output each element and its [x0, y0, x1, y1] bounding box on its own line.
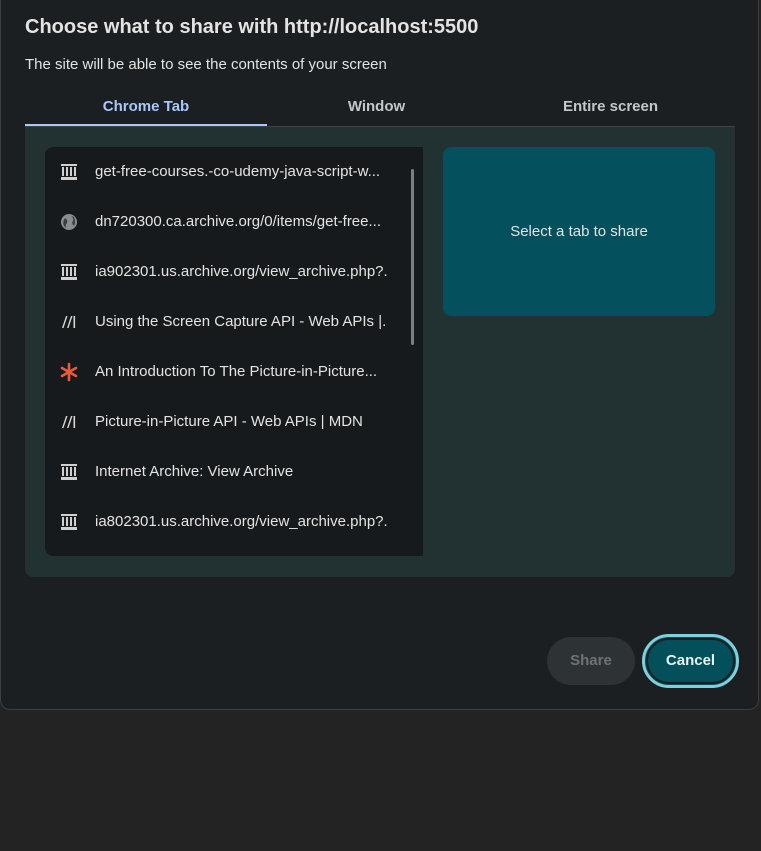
- list-item-label: Using the Screen Capture API - Web APIs …: [95, 313, 387, 330]
- tab-window[interactable]: Window: [267, 90, 486, 126]
- smashing-asterisk-icon: [60, 362, 78, 382]
- scrollbar-thumb[interactable]: [411, 169, 414, 345]
- globe-icon: [61, 214, 77, 230]
- list-item[interactable]: dn720300.ca.archive.org/0/items/get-free…: [45, 197, 403, 247]
- tab-bar: Chrome Tab Window Entire screen: [25, 90, 735, 127]
- list-scrollbar[interactable]: [401, 147, 423, 556]
- list-item-label: Internet Archive: View Archive: [95, 463, 294, 480]
- share-preview: Select a tab to share: [443, 147, 715, 316]
- list-item[interactable]: ia802301.us.archive.org/view_archive.php…: [45, 497, 403, 547]
- list-item[interactable]: Internet Archive: View Archive: [45, 447, 403, 497]
- archive-building-icon: [61, 464, 77, 480]
- list-item[interactable]: Using the Screen Capture API - Web APIs …: [45, 297, 403, 347]
- list-item-label: dn720300.ca.archive.org/0/items/get-free…: [95, 213, 381, 230]
- tab-panel: get-free-courses.-co-udemy-java-script-w…: [25, 127, 735, 577]
- dialog-title: Choose what to share with http://localho…: [25, 16, 479, 38]
- list-item[interactable]: get-free-courses.-co-udemy-java-script-w…: [45, 147, 403, 197]
- list-item-label: ia902301.us.archive.org/view_archive.php…: [95, 263, 387, 280]
- tab-list[interactable]: get-free-courses.-co-udemy-java-script-w…: [45, 147, 423, 556]
- preview-placeholder-text: Select a tab to share: [510, 223, 648, 240]
- list-item-label: ia802301.us.archive.org/view_archive.php…: [95, 513, 387, 530]
- list-item[interactable]: Picture-in-Picture API - Web APIs | MDN: [45, 397, 403, 447]
- list-item[interactable]: ia902301.us.archive.org/view_archive.php…: [45, 247, 403, 297]
- tab-chrome-tab[interactable]: Chrome Tab: [25, 90, 267, 126]
- mdn-icon: [62, 416, 76, 428]
- archive-building-icon: [61, 514, 77, 530]
- tab-entire-screen[interactable]: Entire screen: [486, 90, 735, 126]
- archive-building-icon: [61, 264, 77, 280]
- list-item[interactable]: An Introduction To The Picture-in-Pictur…: [45, 347, 403, 397]
- share-button[interactable]: Share: [547, 637, 635, 685]
- share-dialog: Choose what to share with http://localho…: [0, 0, 759, 710]
- dialog-subtitle: The site will be able to see the content…: [25, 56, 387, 73]
- list-item-label: get-free-courses.-co-udemy-java-script-w…: [95, 163, 381, 180]
- list-item-label: Picture-in-Picture API - Web APIs | MDN: [95, 413, 363, 430]
- archive-building-icon: [61, 164, 77, 180]
- cancel-button[interactable]: Cancel: [642, 634, 739, 688]
- list-item-label: An Introduction To The Picture-in-Pictur…: [95, 363, 378, 380]
- mdn-icon: [62, 316, 76, 328]
